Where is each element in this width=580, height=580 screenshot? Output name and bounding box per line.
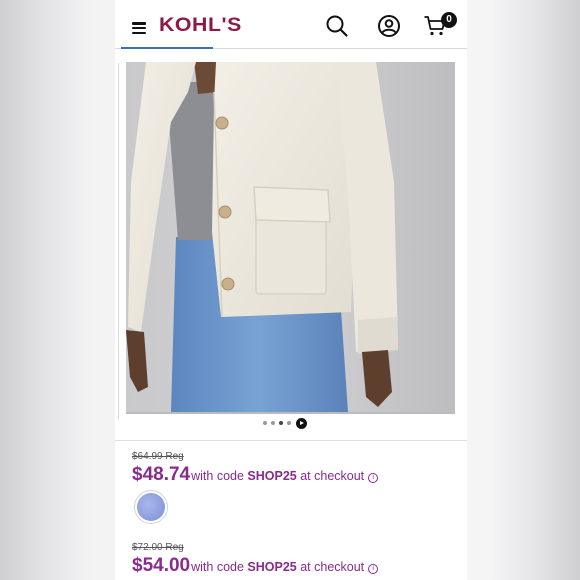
light-blue-color-swatch[interactable] [134,490,168,524]
cart-count-badge[interactable]: 0 [441,12,457,28]
gallery-pagination [263,417,311,429]
gallery-progress-bar [126,412,455,414]
sale-price: $48.74 [132,464,191,485]
sale-price: $54.00 [132,555,191,576]
gallery-frame-edge [118,63,119,419]
play-video-icon[interactable] [296,417,307,429]
promo-code: SHOP25 [247,560,297,574]
info-icon[interactable]: i [368,473,379,483]
header-active-indicator [121,47,213,49]
regular-price: $64.99 Reg [132,451,184,462]
sale-price-row: $54.00 with code SHOP25 at checkout i [132,555,379,577]
search-icon[interactable] [325,14,349,38]
product-image[interactable] [126,62,455,412]
gallery-dot[interactable] [287,421,291,425]
hamburger-menu-icon[interactable] [132,22,146,35]
site-header: KOHL'S 0 [115,0,467,49]
gallery-dot[interactable] [263,421,267,425]
product-page: KOHL'S 0 $64.99 Reg $48.74 with code SHO… [115,0,467,580]
promo-code-text: with code SHOP25 at checkout [191,560,365,574]
user-account-icon[interactable] [377,14,401,38]
sale-price-row: $48.74 with code SHOP25 at checkout i [132,464,379,486]
section-divider [115,440,467,441]
promo-code-text: with code SHOP25 at checkout [191,469,365,483]
gallery-dot[interactable] [279,421,283,425]
promo-code: SHOP25 [247,469,297,483]
gallery-dot[interactable] [271,421,275,425]
regular-price: $72.00 Reg [132,542,184,553]
kohls-logo[interactable]: KOHL'S [159,15,242,37]
info-icon[interactable]: i [368,564,379,574]
